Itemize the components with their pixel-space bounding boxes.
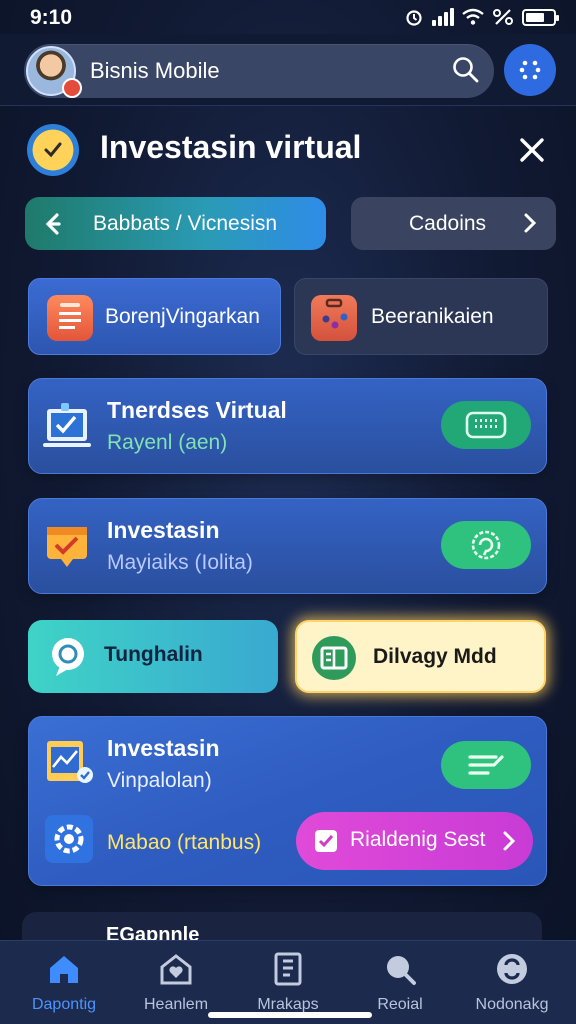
wifi-icon [462, 8, 484, 25]
nav-item-2[interactable]: Heanlem [126, 948, 226, 1022]
tab-secondary[interactable]: Cadoins [351, 197, 556, 250]
quick-card-briefcase[interactable]: Beeranikaien [294, 278, 548, 355]
quick-card-document[interactable]: BorenjVingarkan [28, 278, 281, 355]
tab-secondary-label: Cadoins [409, 211, 487, 235]
row-subtitle: Vinpalolan) [107, 769, 212, 792]
close-icon [520, 138, 544, 162]
briefcase-icon [311, 295, 357, 341]
gear-icon [45, 815, 93, 863]
toggle-card-chat[interactable]: Tunghalin [28, 620, 278, 693]
chart-board-icon [47, 741, 93, 783]
chat-bubble-icon [52, 638, 84, 676]
back-arrow-icon [45, 213, 61, 235]
checklist-icon [43, 403, 91, 447]
chevron-right-icon [503, 831, 516, 851]
nav-item-home[interactable]: Dapontig [14, 948, 114, 1022]
grid-dots-icon [519, 60, 541, 80]
percent-icon [493, 9, 513, 25]
notification-badge [62, 78, 82, 98]
panel-title: Investasin virtual [100, 129, 362, 165]
list-item-virtual-trades[interactable]: Tnerdses Virtual Rayenl (aen) [28, 378, 547, 474]
status-time: 9:10 [30, 6, 73, 29]
calendar-check-icon [47, 527, 87, 567]
coin-check-icon [27, 124, 79, 176]
row-title: Tnerdses Virtual [107, 397, 287, 423]
toggle-card-highlight-label: Dilvagy Mdd [373, 645, 497, 668]
nav-item-5[interactable]: Nodonakg [462, 948, 562, 1022]
support-icon [497, 954, 527, 984]
nav-item-3[interactable]: Mrakaps [238, 948, 338, 1022]
status-icons [404, 6, 559, 28]
menu-button[interactable] [504, 44, 556, 96]
ticket-icon [465, 411, 507, 439]
row-subtitle: Mayiaiks (Iolita) [107, 551, 253, 574]
toggle-card-highlight[interactable]: Dilvagy Mdd [295, 620, 546, 693]
notebook-icon [274, 952, 302, 986]
settings-row-label: Mabao (rtanbus) [107, 831, 262, 854]
seal-icon [471, 530, 501, 560]
close-button[interactable] [512, 130, 552, 170]
nav-label: Dapontig [31, 996, 97, 1013]
badge-button[interactable] [441, 521, 531, 569]
home-indicator[interactable] [208, 1012, 372, 1018]
app-name: Bisnis Mobile [90, 58, 220, 83]
nav-label: Nodonakg [475, 996, 549, 1013]
document-icon [47, 295, 93, 341]
alarm-icon [406, 10, 422, 26]
quick-card-briefcase-label: Beeranikaien [371, 305, 494, 328]
row-title: Investasin [107, 735, 220, 761]
home-icon [50, 956, 78, 983]
quick-card-document-label: BorenjVingarkan [105, 305, 260, 328]
house-heart-icon [160, 954, 192, 985]
row-title: Investasin [107, 517, 220, 543]
toggle-card-chat-label: Tunghalin [104, 643, 203, 666]
chevron-right-icon [524, 213, 537, 233]
list-button[interactable] [441, 741, 531, 789]
list-item-investasin[interactable]: Investasin Mayiaiks (Iolita) [28, 498, 547, 594]
tab-primary-label: Babbats / Vicnesisn [93, 211, 278, 235]
book-icon [312, 636, 356, 680]
search-icon[interactable] [450, 55, 480, 85]
signal-icon [432, 8, 454, 26]
action-button-label: Rialdenig Sest [350, 828, 486, 851]
action-button[interactable]: Rialdenig Sest [296, 812, 533, 870]
nav-item-4[interactable]: Reoial [350, 948, 450, 1022]
battery-icon [522, 8, 559, 26]
tab-primary[interactable]: Babbats / Vicnesisn [25, 197, 326, 250]
row-subtitle: Rayenl (aen) [107, 431, 228, 454]
search-globe-icon [387, 956, 416, 985]
list-icon [468, 755, 504, 775]
ticket-button[interactable] [441, 401, 531, 449]
checkbox-icon [315, 830, 337, 852]
status-bar: 9:10 [0, 0, 576, 34]
